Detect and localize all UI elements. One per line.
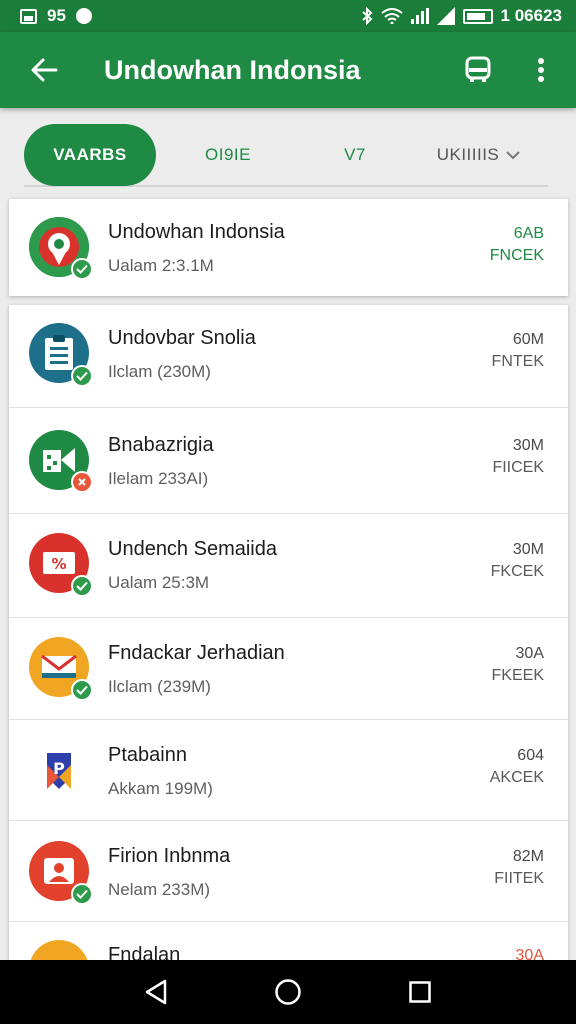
bluetooth-icon — [361, 7, 373, 25]
app-size: 30A — [515, 645, 544, 662]
app-list: Undovbar Snolia Ilclam (230M) 60M FNTEK … — [9, 305, 568, 965]
app-sub: Ilclam (239M) — [108, 677, 211, 696]
data-icon — [410, 8, 429, 24]
check-icon — [71, 883, 93, 905]
nav-recents-button[interactable] — [390, 962, 450, 1022]
bus-icon — [465, 56, 491, 82]
app-name: Undench Semaiida — [108, 538, 277, 560]
system-nav-bar — [0, 960, 576, 1024]
check-icon — [71, 575, 93, 597]
svg-text:P: P — [53, 759, 65, 778]
bus-button[interactable] — [450, 32, 506, 108]
app-status: AKCEK — [489, 769, 544, 786]
tab-4-label: UKIIIIIS — [436, 145, 500, 164]
app-sub: Ilclam (230M) — [108, 362, 211, 381]
close-icon — [71, 471, 93, 493]
app-sub: Ilelam 233AI) — [108, 469, 209, 488]
list-item[interactable]: % Undench Semaiida Ualam 25:3M 30M FKCEK — [9, 514, 568, 618]
app-status: FKEEK — [491, 667, 544, 684]
tab-2[interactable]: OI9IE — [156, 124, 300, 186]
battery-icon — [462, 8, 493, 24]
clock-text: 1 06623 — [500, 6, 562, 25]
featured-name: Undowhan Indonsia — [108, 221, 285, 243]
nav-recents-icon — [409, 981, 431, 1003]
app-status: FIICEK — [492, 459, 544, 476]
list-item[interactable]: P Ptabainn Akkam 199M) 604 AKCEK — [9, 720, 568, 821]
more-vert-icon — [538, 58, 544, 82]
app-size: 604 — [517, 747, 544, 764]
list-item[interactable]: Firion Inbnma Nelam 233M) 82M FIITEK — [9, 821, 568, 922]
image-icon — [20, 8, 37, 24]
app-size: 60M — [512, 331, 544, 348]
app-sub: Ualam 25:3M — [108, 573, 210, 592]
list-item[interactable]: Bnabazrigia Ilelam 233AI) 30M FIICEK — [9, 408, 568, 514]
app-sub: Akkam 199M) — [108, 779, 213, 798]
signal-icon — [436, 7, 455, 25]
app-status: FNTEK — [491, 353, 544, 370]
status-bar: 95 1 06623 — [0, 0, 576, 32]
tab-bar: VAARBS OI9IE V7 UKIIIIIS — [24, 124, 548, 187]
check-icon — [71, 258, 93, 280]
check-icon — [71, 365, 93, 387]
app-status: FIITEK — [494, 870, 544, 887]
status-left-text: 95 — [47, 6, 66, 25]
back-arrow-icon — [31, 58, 58, 82]
chevron-down-icon — [506, 151, 520, 160]
app-name: Fndackar Jerhadian — [108, 642, 285, 664]
tab-2-label: OI9IE — [205, 145, 251, 164]
nav-back-button[interactable] — [126, 962, 186, 1022]
wifi-icon — [380, 8, 403, 24]
app-bar: Undowhan Indonsia — [0, 32, 576, 108]
app-size: 30M — [512, 437, 544, 454]
featured-status: FNCEK — [489, 247, 544, 264]
p-logo-icon: P — [29, 740, 89, 800]
back-button[interactable] — [0, 32, 88, 108]
tab-4[interactable]: UKIIIIIS — [410, 124, 548, 186]
nav-home-icon — [275, 979, 301, 1005]
app-size: 30M — [512, 541, 544, 558]
more-options-button[interactable] — [506, 32, 576, 108]
app-name: Ptabainn — [108, 744, 187, 766]
tab-1-label: VAARBS — [53, 145, 127, 164]
app-name: Undovbar Snolia — [108, 327, 256, 349]
featured-sub: Ualam 2:3.1M — [108, 256, 214, 275]
page-title: Undowhan Indonsia — [104, 54, 361, 85]
list-item[interactable]: Undovbar Snolia Ilclam (230M) 60M FNTEK — [9, 305, 568, 408]
app-sub: Nelam 233M) — [108, 880, 211, 899]
featured-row[interactable]: Undowhan Indonsia Ualam 2:3.1M 6AB FNCEK — [9, 199, 568, 296]
nav-back-icon — [145, 979, 167, 1005]
check-icon — [71, 679, 93, 701]
tab-3-label: V7 — [344, 145, 366, 164]
app-status: FKCEK — [490, 563, 544, 580]
nav-home-button[interactable] — [258, 962, 318, 1022]
app-size: 82M — [512, 848, 544, 865]
svg-text:%: % — [51, 555, 66, 573]
notification-icon — [75, 8, 92, 24]
app-name: Bnabazrigia — [108, 434, 214, 456]
tab-1[interactable]: VAARBS — [24, 124, 156, 186]
tab-3[interactable]: V7 — [300, 124, 410, 186]
list-item[interactable]: Fndalan 30A — [9, 922, 568, 965]
list-item[interactable]: Fndackar Jerhadian Ilclam (239M) 30A FKE… — [9, 618, 568, 720]
featured-card[interactable]: Undowhan Indonsia Ualam 2:3.1M 6AB FNCEK — [9, 199, 568, 296]
featured-size: 6AB — [513, 225, 544, 242]
app-name: Firion Inbnma — [108, 845, 231, 867]
